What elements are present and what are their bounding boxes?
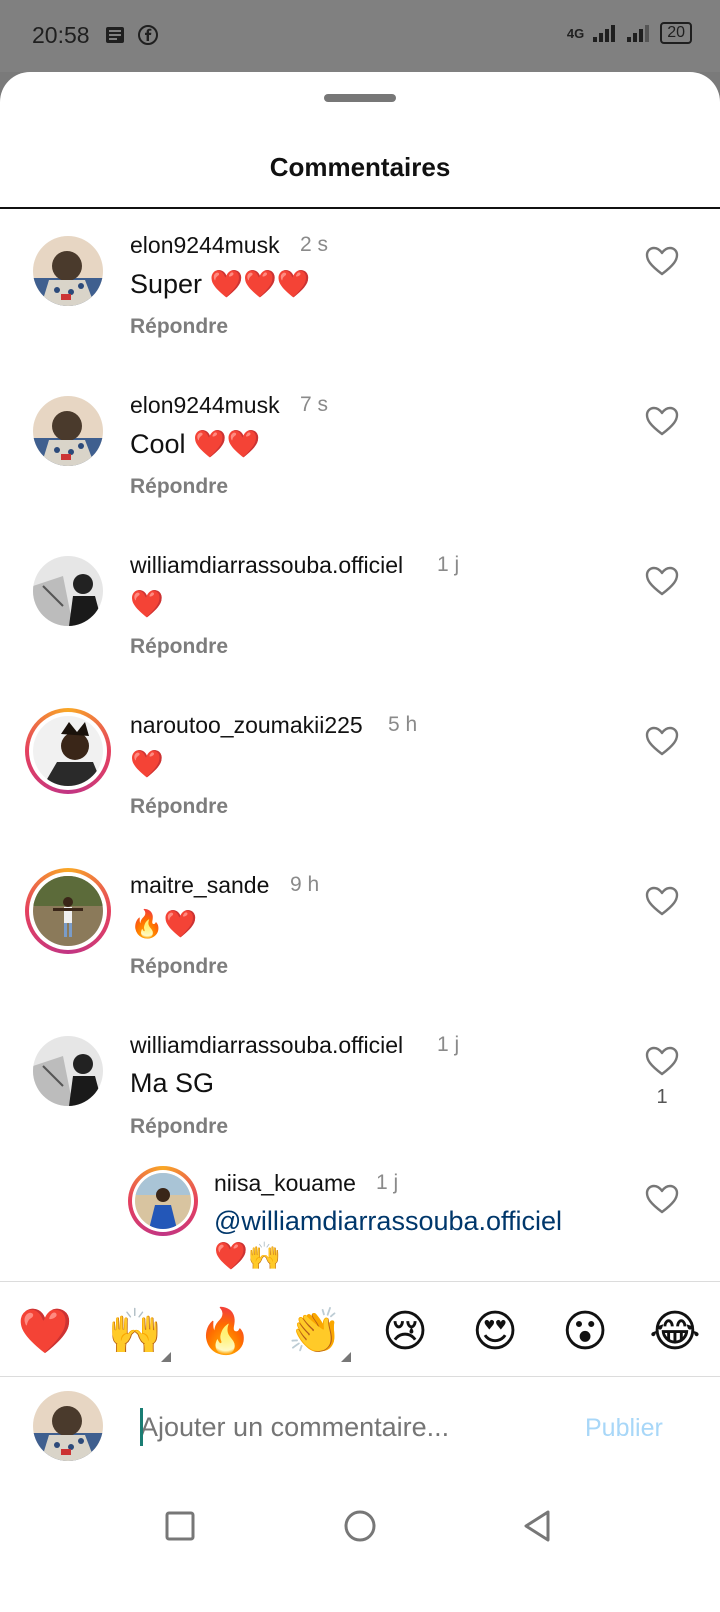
comment-text: ❤️🙌	[214, 1241, 282, 1271]
facebook-icon	[137, 24, 159, 46]
emoji-quick-bar: ❤️ 🙌 🔥 👏 😢 😍 😮 😂	[0, 1292, 720, 1372]
reply-button[interactable]: Répondre	[130, 1115, 228, 1139]
emoji-raising-hands-glyph: 🙌	[107, 1307, 163, 1356]
reply-button[interactable]: Répondre	[130, 475, 228, 499]
comment-item: elon9244musk 7 s Cool ❤️❤️ Répondre	[0, 382, 720, 532]
comment-text: ❤️	[130, 589, 164, 619]
heart-icon[interactable]	[645, 1184, 679, 1214]
reply-button[interactable]: Répondre	[130, 315, 228, 339]
comment-text: Ma SG	[130, 1068, 215, 1098]
signal-icon-2	[627, 25, 650, 42]
comment-username[interactable]: maitre_sande	[130, 872, 269, 899]
heart-icon[interactable]	[645, 886, 679, 916]
comment-text: Cool ❤️❤️	[130, 429, 261, 459]
comment-input[interactable]	[140, 1405, 560, 1449]
signal-icon	[593, 25, 616, 42]
sheet-title: Commentaires	[269, 152, 451, 182]
emoji-divider	[0, 1281, 720, 1282]
emoji-raising-hands[interactable]: 🙌	[95, 1292, 175, 1372]
like-count: 1	[656, 1086, 668, 1108]
comment-time: 9 h	[290, 873, 320, 896]
avatar[interactable]	[33, 556, 103, 626]
heart-icon[interactable]	[645, 246, 679, 276]
mention-link[interactable]: @williamdiarrassouba.officiel	[214, 1206, 562, 1237]
comment-time: 7 s	[300, 393, 329, 416]
heart-icon[interactable]	[645, 726, 679, 756]
heart-icon[interactable]	[645, 1046, 679, 1076]
status-bar: 20:58 4G 20	[0, 0, 720, 72]
avatar[interactable]	[33, 716, 103, 786]
avatar[interactable]	[33, 1036, 103, 1106]
comment-item: maitre_sande 9 h 🔥❤️ Répondre	[0, 862, 720, 1012]
emoji-clapping-hands[interactable]: 👏	[275, 1292, 355, 1372]
news-icon	[104, 24, 126, 46]
status-time: 20:58	[32, 22, 90, 48]
comment-time: 1 j	[437, 1033, 460, 1056]
composer-avatar	[33, 1391, 103, 1461]
avatar[interactable]	[33, 396, 103, 466]
status-right: 4G 20	[567, 22, 692, 44]
emoji-fire[interactable]: 🔥	[185, 1292, 265, 1372]
composer-divider	[0, 1376, 720, 1377]
comment-text: Super ❤️❤️❤️	[130, 269, 311, 299]
home-icon[interactable]	[340, 1506, 380, 1546]
network-label: 4G	[566, 25, 585, 41]
comment-username[interactable]: elon9244musk	[130, 392, 280, 419]
comment-item: elon9244musk 2 s Super ❤️❤️❤️ Répondre	[0, 222, 720, 372]
reply-button[interactable]: Répondre	[130, 795, 228, 819]
skin-tone-indicator	[161, 1352, 171, 1362]
skin-tone-indicator	[341, 1352, 351, 1362]
emoji-crying-face[interactable]: 😢	[365, 1292, 445, 1372]
avatar[interactable]	[33, 236, 103, 306]
comment-time: 1 j	[376, 1171, 399, 1194]
comment-item: williamdiarrassouba.officiel 1 j Ma SG R…	[0, 1022, 720, 1172]
publish-button[interactable]: Publier	[585, 1414, 663, 1443]
comment-username[interactable]: niisa_kouame	[214, 1170, 356, 1197]
battery-level: 20	[667, 24, 685, 41]
emoji-heart-eyes[interactable]: 😍	[455, 1292, 535, 1372]
comment-time: 5 h	[388, 713, 418, 736]
comment-text: 🔥❤️	[130, 909, 198, 939]
comment-username[interactable]: williamdiarrassouba.officiel	[130, 552, 403, 579]
comment-time: 1 j	[437, 553, 460, 576]
emoji-tears-of-joy[interactable]: 😂	[635, 1292, 715, 1372]
comment-item: naroutoo_zoumakii225 5 h ❤️ Répondre	[0, 702, 720, 852]
comments-sheet: Commentaires elon9244musk 2 s Super ❤️❤️…	[0, 72, 720, 1612]
text-caret	[140, 1408, 143, 1446]
battery-icon: 20	[660, 22, 692, 44]
reply-button[interactable]: Répondre	[130, 635, 228, 659]
comment-item: williamdiarrassouba.officiel 1 j ❤️ Répo…	[0, 542, 720, 692]
avatar[interactable]	[135, 1173, 191, 1229]
reply-button[interactable]: Répondre	[130, 955, 228, 979]
comment-username[interactable]: williamdiarrassouba.officiel	[130, 1032, 403, 1059]
emoji-heart[interactable]: ❤️	[5, 1292, 85, 1372]
heart-icon[interactable]	[645, 406, 679, 436]
title-divider	[0, 207, 720, 209]
back-icon[interactable]	[518, 1506, 558, 1546]
emoji-clapping-hands-glyph: 👏	[287, 1307, 343, 1356]
drag-handle[interactable]	[324, 94, 396, 102]
system-nav-bar	[0, 1478, 720, 1612]
comment-text: ❤️	[130, 749, 164, 779]
comment-time: 2 s	[300, 233, 329, 256]
avatar[interactable]	[33, 876, 103, 946]
heart-icon[interactable]	[645, 566, 679, 596]
emoji-surprised-face[interactable]: 😮	[545, 1292, 625, 1372]
recent-apps-icon[interactable]	[160, 1506, 200, 1546]
comment-username[interactable]: elon9244musk	[130, 232, 280, 259]
comment-username[interactable]: naroutoo_zoumakii225	[130, 712, 363, 739]
